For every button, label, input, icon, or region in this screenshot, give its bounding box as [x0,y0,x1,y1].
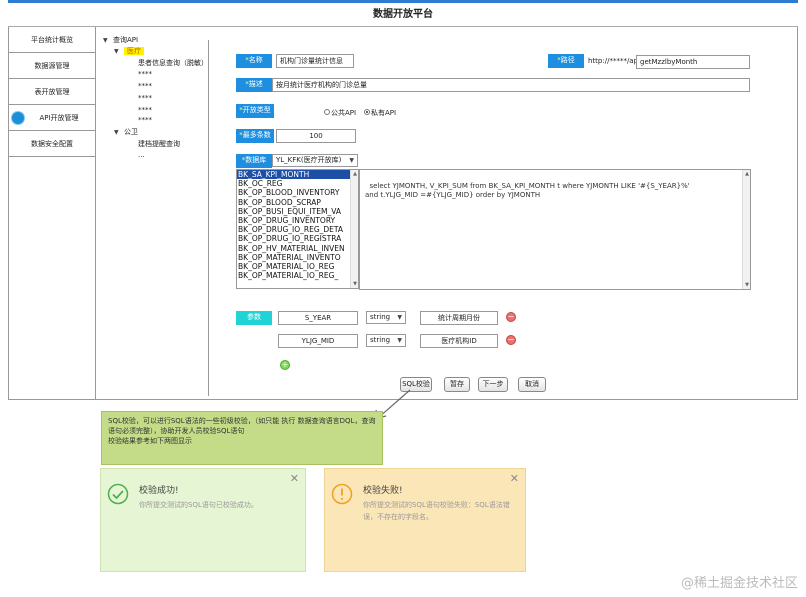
table-list-item[interactable]: BK_SA_KPI_MONTH [237,170,358,180]
scroll-down-icon: ▼ [745,282,749,288]
table-list-item[interactable]: BK_OP_BUSI_EQUI_ITEM_VA [237,207,358,216]
sidebar: 平台统计概览 数据源管理 表开放管理 API开放管理 数据安全配置 [8,27,96,400]
tree-item[interactable]: 患者信息查询（脱敏） [138,58,208,68]
path-field[interactable]: getMzzlbyMonth [636,55,750,69]
table-list-item[interactable]: BK_OP_DRUG_INVENTORY [237,216,358,225]
scroll-up-icon: ▲ [353,171,357,177]
failure-title: 校验失败! [363,486,403,496]
tree-item[interactable]: **** [138,106,152,114]
save-draft-button[interactable]: 暂存 [444,377,470,392]
table-list-item[interactable]: BK_OP_DRUG_IO_REGISTRA [237,234,358,243]
path-prefix: http://*****/api/ [588,57,643,65]
sidebar-item-overview[interactable]: 平台统计概览 [8,27,96,53]
delete-param-icon[interactable]: − [506,335,516,345]
tree-item[interactable]: **** [138,116,152,124]
sidebar-item-table-open[interactable]: 表开放管理 [8,79,96,105]
radio-private[interactable]: 私有API [364,108,396,118]
tree-root[interactable]: ▼ 查询API [103,35,138,45]
close-icon[interactable]: ✕ [510,472,519,485]
tree-item[interactable]: 建档提醒查询 [138,139,180,149]
caret-down-icon: ▼ [114,48,119,55]
desc-label: *描述 [236,78,272,92]
max-rows-field[interactable]: 100 [276,129,356,143]
sidebar-item-security[interactable]: 数据安全配置 [8,131,96,157]
tree-item[interactable]: **** [138,70,152,78]
table-list[interactable]: BK_SA_KPI_MONTH BK_OC_REG BK_OP_BLOOD_INVE… [236,169,359,289]
table-list-item[interactable]: BK_OP_BLOOD_INVENTORY [237,188,358,197]
tree-item[interactable]: ... [138,151,145,159]
caret-down-icon: ▼ [103,37,108,44]
check-circle-icon [107,483,129,505]
param-label: 参数 [236,311,272,325]
radio-icon [324,109,330,115]
table-list-item[interactable]: BK_OP_DRUG_IO_REG_DETA [237,225,358,234]
param-desc-field[interactable]: 医疗机构ID [420,334,498,348]
table-list-item[interactable]: BK_OP_HV_MATERIAL_INVEN [237,244,358,253]
desc-field[interactable]: 按月统计医疗机构的门诊总量 [272,78,750,92]
tree-item[interactable]: **** [138,94,152,102]
delete-param-icon[interactable]: − [506,312,516,322]
table-list-item[interactable]: BK_OC_REG [237,179,358,188]
success-message-card: 校验成功! 你所提交测试的SQL语句已校验成功。 ✕ [100,468,306,572]
table-list-item[interactable]: BK_OP_BLOOD_SCRAP [237,198,358,207]
name-label: *名称 [236,54,272,68]
add-param-icon[interactable]: + [280,360,290,370]
table-list-item[interactable]: BK_OP_MATERIAL_IO_REG_ [237,271,358,280]
success-message: 你所提交测试的SQL语句已校验成功。 [139,501,258,509]
tree-item[interactable]: **** [138,82,152,90]
table-list-scrollbar[interactable]: ▲ ▼ [350,170,358,288]
chevron-down-icon: ▼ [397,314,402,321]
cancel-button[interactable]: 取消 [518,377,546,392]
sidebar-item-api-open[interactable]: API开放管理 [8,105,96,131]
page-title: 数据开放平台 [8,3,798,27]
scroll-up-icon: ▲ [745,171,749,177]
sql-editor-scrollbar[interactable]: ▲ ▼ [742,170,750,289]
tree-group-medical[interactable]: ▼ 医疗 [114,46,144,56]
watermark: @稀土掘金技术社区 [680,576,798,591]
max-rows-label: *最多条数 [236,129,274,143]
param-name-field[interactable]: YLJG_MID [278,334,358,348]
param-type-select[interactable]: string ▼ [366,334,406,347]
chevron-down-icon: ▼ [397,337,402,344]
sql-text: select YJMONTH, V_KPI_SUM from BK_SA_KPI… [365,182,690,199]
param-desc-field[interactable]: 统计周期月份 [420,311,498,325]
failure-message: 你所提交测试的SQL语句校验失败：SQL语法错误，不存在的字段名。 [363,501,510,521]
success-title: 校验成功! [139,486,179,496]
database-label: *数据库 [236,154,272,168]
database-select[interactable]: YL_KFK(医疗开放库) ▼ [272,154,358,167]
tree-divider [208,40,209,396]
sidebar-item-datasource[interactable]: 数据源管理 [8,53,96,79]
name-field[interactable]: 机构门诊量统计信息 [276,54,354,68]
sidebar-item-label: API开放管理 [39,114,79,122]
failure-message-card: 校验失败! 你所提交测试的SQL语句校验失败：SQL语法错误，不存在的字段名。 … [324,468,526,572]
param-name-field[interactable]: S_YEAR [278,311,358,325]
tree-group-public-health[interactable]: ▼ 公卫 [114,127,138,137]
radio-checked-icon [364,109,370,115]
table-list-item[interactable]: BK_OP_MATERIAL_IO_REG [237,262,358,271]
open-type-label: *开放类型 [236,104,274,118]
next-button[interactable]: 下一步 [478,377,508,392]
sql-editor[interactable]: select YJMONTH, V_KPI_SUM from BK_SA_KPI… [359,169,751,290]
radio-public[interactable]: 公共API [324,108,356,118]
close-icon[interactable]: ✕ [290,472,299,485]
scroll-down-icon: ▼ [353,281,357,287]
path-label: *路径 [548,54,584,68]
table-list-item[interactable]: BK_OP_MATERIAL_INVENTO [237,253,358,262]
active-dot-icon [12,112,24,124]
chevron-down-icon: ▼ [349,157,354,164]
caret-down-icon: ▼ [114,129,119,136]
warning-circle-icon [331,483,353,505]
param-type-select[interactable]: string ▼ [366,311,406,324]
annotation-note: SQL校验，可以进行SQL语法的一些初级校验，（如只能 执行 数据查询语言DQL… [101,411,383,465]
